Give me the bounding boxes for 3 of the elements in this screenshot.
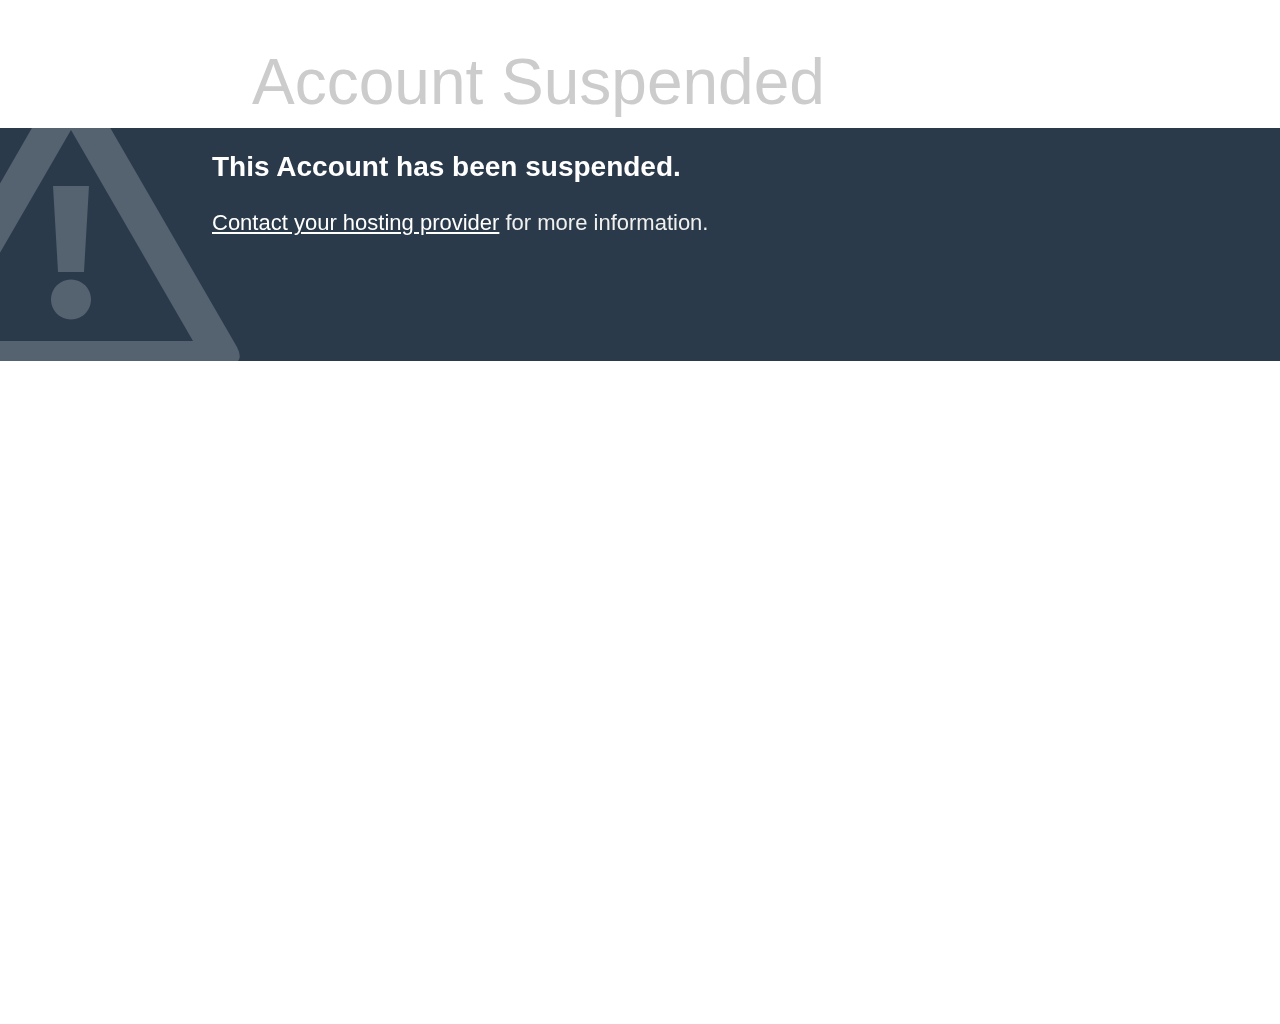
- hosting-provider-link[interactable]: Contact your hosting provider: [212, 210, 500, 235]
- message-text: Contact your hosting provider for more information.: [212, 212, 709, 234]
- suspension-heading: This Account has been suspended.: [212, 153, 681, 181]
